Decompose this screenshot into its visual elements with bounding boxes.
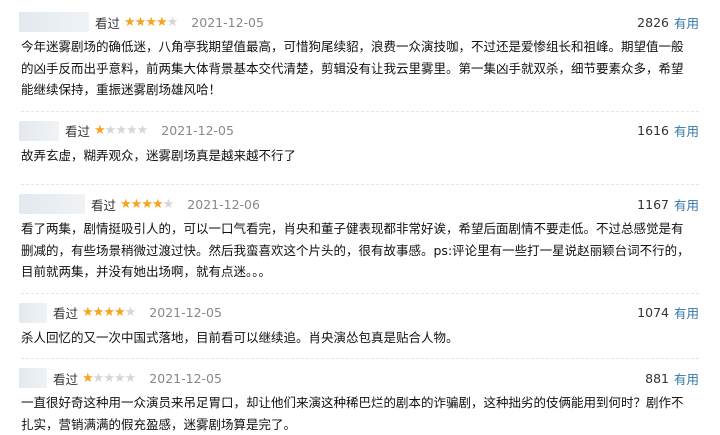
divider (21, 184, 699, 185)
star-icon: ★★★★ (120, 196, 164, 212)
rating-stars: ★★★★★ (124, 14, 179, 30)
review-meta: 看过 ★★★★★ 2021-12-05 2826 有用 (19, 10, 699, 34)
star-empty-icon: ★★★★ (92, 370, 137, 386)
star-empty-icon: ★ (162, 196, 175, 212)
watch-status: 看过 (53, 306, 79, 321)
rating-stars: ★★★★★ (94, 123, 149, 138)
review-item: 看过 ★★★★★ 2021-12-05 881 有用 一直很好奇这种用一众演员来… (0, 366, 720, 435)
vote-count: 1074 (637, 305, 669, 320)
watch-status: 看过 (53, 371, 79, 387)
review-list: 看过 ★★★★★ 2021-12-05 2826 有用 今年迷雾剧场的确低迷，八… (0, 0, 720, 435)
vote-area: 881 有用 (645, 366, 699, 390)
vote-count: 881 (645, 370, 669, 386)
review-content: 今年迷雾剧场的确低迷，八角亭我期望值最高，可惜狗尾续貂，浪费一众演技咖，不过还是… (21, 39, 684, 97)
useful-button[interactable]: 有用 (674, 303, 699, 322)
rating-stars: ★★★★★ (82, 305, 137, 320)
useful-button[interactable]: 有用 (674, 13, 699, 32)
vote-area: 1074 有用 (637, 301, 699, 325)
review-content: 杀人回忆的又一次中国式落地，目前看可以继续追。肖央演怂包真是贴合人物。 (21, 329, 459, 345)
rating-stars: ★★★★★ (120, 196, 175, 212)
review-item: 看过 ★★★★★ 2021-12-05 1616 有用 故弄玄虚，糊弄观众，迷雾… (0, 119, 720, 185)
review-meta: 看过 ★★★★★ 2021-12-05 1616 有用 (19, 119, 699, 143)
review-meta: 看过 ★★★★★ 2021-12-06 1167 有用 (19, 192, 699, 216)
vote-count: 1616 (637, 123, 669, 138)
star-empty-icon: ★★★★ (104, 123, 149, 138)
review-item: 看过 ★★★★★ 2021-12-05 1074 有用 杀人回忆的又一次中国式落… (0, 301, 720, 359)
user-avatar[interactable] (19, 194, 85, 214)
review-meta: 看过 ★★★★★ 2021-12-05 881 有用 (19, 366, 699, 390)
star-empty-icon: ★ (166, 14, 179, 30)
watch-status: 看过 (65, 124, 91, 139)
review-meta: 看过 ★★★★★ 2021-12-05 1074 有用 (19, 301, 699, 325)
review-date: 2021-12-06 (187, 196, 260, 212)
star-icon: ★★★★ (124, 14, 168, 30)
vote-area: 1167 有用 (637, 192, 699, 216)
star-icon: ★ (94, 123, 106, 138)
watch-status: 看过 (91, 197, 117, 213)
review-content: 故弄玄虚，糊弄观众，迷雾剧场真是越来越不行了 (21, 147, 297, 163)
vote-count: 2826 (637, 14, 669, 30)
divider (21, 110, 699, 112)
review-item: 看过 ★★★★★ 2021-12-06 1167 有用 看了两集，剧情挺吸引人的… (0, 192, 720, 294)
star-icon: ★ (82, 370, 94, 386)
useful-button[interactable]: 有用 (674, 195, 699, 214)
vote-area: 1616 有用 (637, 119, 699, 143)
review-content: 一直很好奇这种用一众演员来吊足胃口，却让他们来演这种稀巴烂的剧本的诈骗剧，这种拙… (21, 395, 684, 432)
star-empty-icon: ★ (124, 305, 137, 320)
review-date: 2021-12-05 (149, 305, 222, 320)
review-item: 看过 ★★★★★ 2021-12-05 2826 有用 今年迷雾剧场的确低迷，八… (0, 0, 720, 112)
vote-area: 2826 有用 (637, 10, 699, 34)
review-date: 2021-12-05 (161, 123, 234, 138)
vote-count: 1167 (637, 196, 669, 212)
review-content: 看了两集，剧情挺吸引人的，可以一口气看完，肖央和董子健表现都非常好诶，希望后面剧… (21, 221, 690, 279)
divider (21, 358, 699, 359)
useful-button[interactable]: 有用 (674, 369, 699, 388)
watch-status: 看过 (95, 15, 121, 31)
user-avatar[interactable] (19, 302, 47, 323)
useful-button[interactable]: 有用 (674, 121, 699, 140)
user-avatar[interactable] (19, 12, 89, 32)
user-avatar[interactable] (19, 120, 59, 141)
review-date: 2021-12-05 (191, 14, 264, 30)
rating-stars: ★★★★★ (82, 370, 137, 386)
user-avatar[interactable] (19, 368, 47, 388)
divider (21, 292, 699, 294)
star-icon: ★★★★ (82, 305, 126, 320)
review-date: 2021-12-05 (149, 370, 222, 386)
